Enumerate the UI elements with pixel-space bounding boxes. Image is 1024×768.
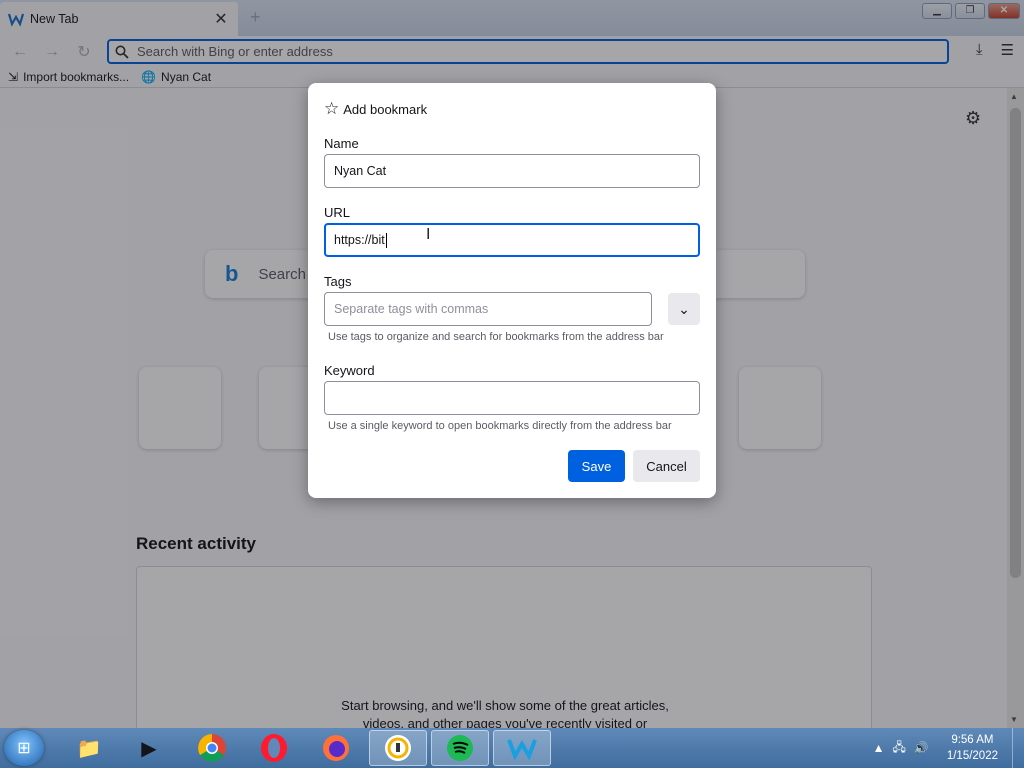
- opera-logo-icon: [261, 734, 287, 762]
- tags-placeholder: Separate tags with commas: [334, 302, 489, 316]
- system-tray: ▲ 🖧 🔊 9:56 AM 1/15/2022: [873, 728, 1024, 768]
- tags-dropdown-button[interactable]: ⌄: [668, 293, 700, 325]
- dialog-title-text: Add bookmark: [343, 101, 428, 117]
- waterfox-taskbar-icon[interactable]: [493, 730, 551, 766]
- clock-date: 1/15/2022: [946, 750, 998, 762]
- volume-icon[interactable]: 🔊: [914, 741, 929, 755]
- cancel-button[interactable]: Cancel: [633, 450, 700, 482]
- start-button[interactable]: ⊞: [4, 730, 44, 766]
- text-caret: [385, 232, 387, 248]
- waterfox-logo-icon: [507, 739, 537, 760]
- chrome-icon[interactable]: [183, 730, 241, 766]
- avast-browser-icon[interactable]: [369, 730, 427, 766]
- add-bookmark-dialog: ☆ Add bookmark Name Nyan Cat URL https:/…: [308, 83, 716, 498]
- save-button[interactable]: Save: [568, 450, 625, 482]
- firefox-logo-icon: [323, 735, 349, 761]
- tray-expand-icon[interactable]: ▲: [873, 741, 885, 755]
- tags-hint: Use tags to organize and search for book…: [328, 331, 664, 343]
- tags-field[interactable]: Separate tags with commas: [324, 292, 652, 326]
- ibeam-cursor-icon: I: [426, 226, 431, 243]
- spotify-icon[interactable]: [431, 730, 489, 766]
- url-value: https://bit: [334, 233, 385, 247]
- keyword-field[interactable]: [324, 381, 700, 415]
- opera-icon[interactable]: [245, 730, 303, 766]
- keyword-label: Keyword: [324, 363, 375, 378]
- name-value: Nyan Cat: [334, 164, 387, 178]
- name-field[interactable]: Nyan Cat: [324, 154, 700, 188]
- chevron-down-icon: ⌄: [678, 300, 690, 317]
- windows-taskbar: ⊞ 📁 ▶ ▲ 🖧 🔊 9:56 AM 1/15/2022: [0, 728, 1024, 768]
- tags-label: Tags: [324, 274, 352, 289]
- avast-logo-icon: [385, 735, 411, 761]
- show-desktop-button[interactable]: [1012, 728, 1024, 768]
- url-label: URL: [324, 205, 351, 220]
- dialog-title: ☆ Add bookmark: [324, 99, 427, 119]
- chrome-logo-icon: [198, 734, 226, 762]
- star-icon: ☆: [324, 99, 340, 118]
- clock[interactable]: 9:56 AM 1/15/2022: [947, 732, 998, 764]
- name-label: Name: [324, 136, 359, 151]
- url-field[interactable]: https://bit: [324, 223, 700, 257]
- keyword-hint: Use a single keyword to open bookmarks d…: [328, 420, 672, 432]
- firefox-icon[interactable]: [307, 730, 365, 766]
- windows-logo-icon: ⊞: [17, 740, 31, 757]
- media-player-icon[interactable]: ▶: [120, 730, 178, 766]
- spotify-logo-icon: [447, 735, 473, 761]
- network-icon[interactable]: 🖧: [892, 738, 905, 759]
- file-explorer-icon[interactable]: 📁: [60, 730, 118, 766]
- clock-time: 9:56 AM: [951, 734, 994, 746]
